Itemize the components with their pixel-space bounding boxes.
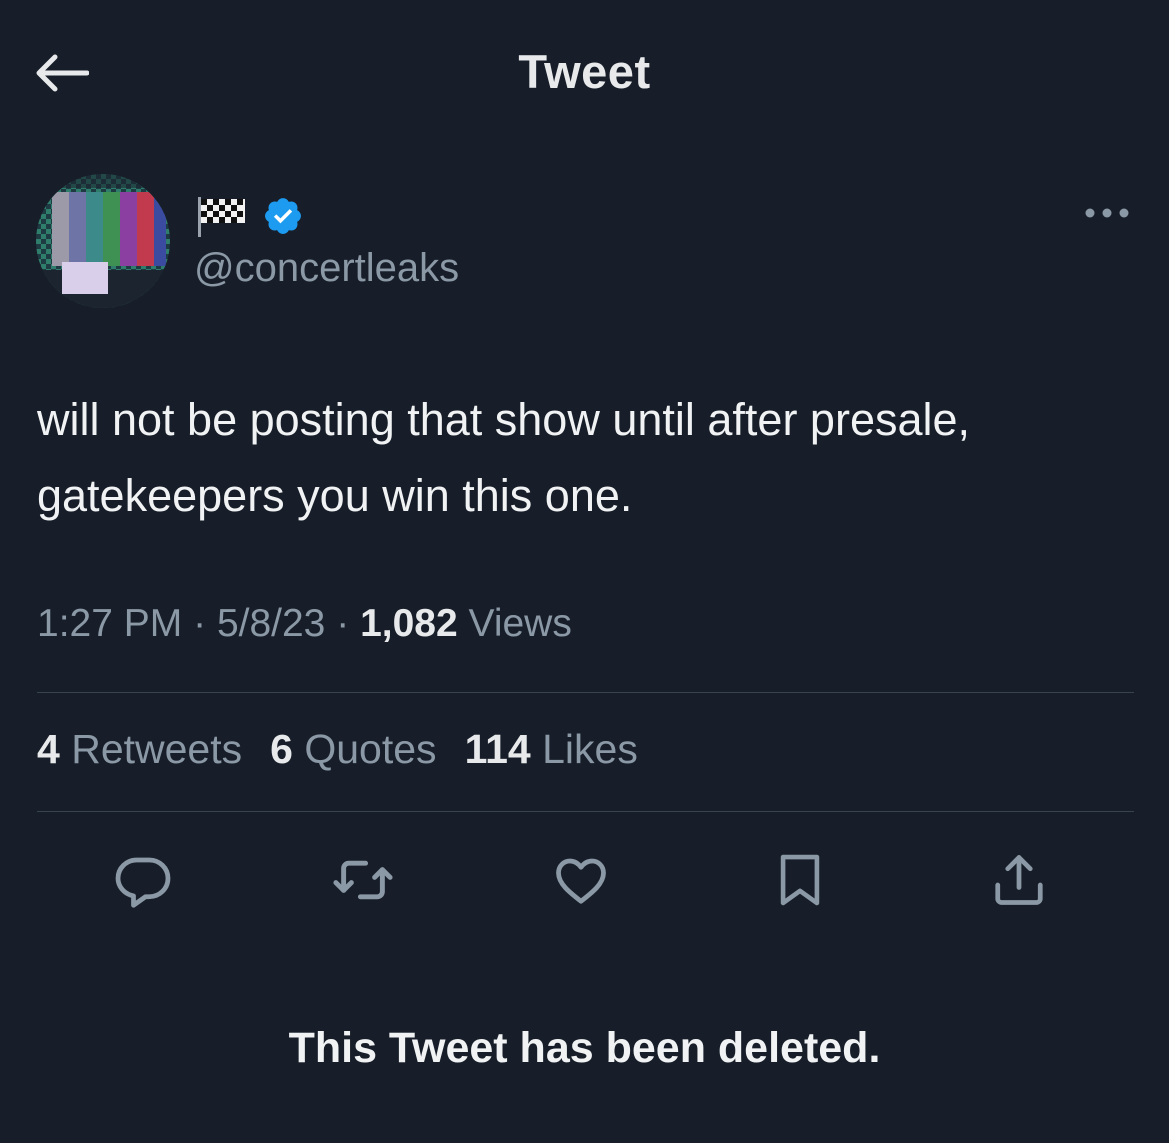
verified-badge-icon [265,198,301,234]
tweet-time[interactable]: 1:27 PM [37,602,182,645]
more-button[interactable] [1081,200,1133,226]
like-icon [556,858,606,904]
checkered-flag-icon [198,197,245,237]
quotes-count: 6 [270,726,293,772]
author-handle[interactable]: @concertleaks [194,246,459,291]
tv-color-bars-avatar [36,174,170,308]
reply-button[interactable] [108,845,178,915]
meta-separator: · [336,602,350,645]
more-horizontal-icon [1085,208,1129,218]
top-bar: Tweet [0,0,1169,145]
retweet-icon [333,860,393,900]
page-title: Tweet [518,45,651,98]
tweet-meta: 1:27 PM · 5/8/23 · 1,082 Views [37,602,572,646]
likes-count: 114 [464,726,531,772]
like-button[interactable] [546,845,616,915]
action-bar [0,845,1169,915]
bookmark-icon [780,854,820,906]
retweet-button[interactable] [328,845,398,915]
bookmark-button[interactable] [765,845,835,915]
tweet-author: @concertleaks [36,174,1136,314]
retweets-label: Retweets [71,726,243,772]
share-icon [995,855,1043,905]
meta-separator: · [193,602,207,645]
views-count: 1,082 [360,602,458,645]
tweet-text: will not be posting that show until afte… [37,394,971,521]
divider [37,811,1134,812]
retweets-count: 4 [37,726,60,772]
share-button[interactable] [984,845,1054,915]
quotes-label: Quotes [304,726,437,772]
views-label: Views [468,602,572,645]
display-name[interactable] [196,194,304,238]
likes-label: Likes [542,726,638,772]
deleted-notice: This Tweet has been deleted. [288,1024,881,1072]
reply-icon [115,857,171,908]
avatar[interactable] [36,174,170,308]
divider [37,692,1134,693]
tweet-date[interactable]: 5/8/23 [217,602,325,645]
tweet-stats: 4 Retweets 6 Quotes 114 Likes [37,726,638,773]
retweets-stat[interactable]: 4 Retweets [37,726,242,773]
likes-stat[interactable]: 114 Likes [465,726,638,773]
quotes-stat[interactable]: 6 Quotes [270,726,436,773]
